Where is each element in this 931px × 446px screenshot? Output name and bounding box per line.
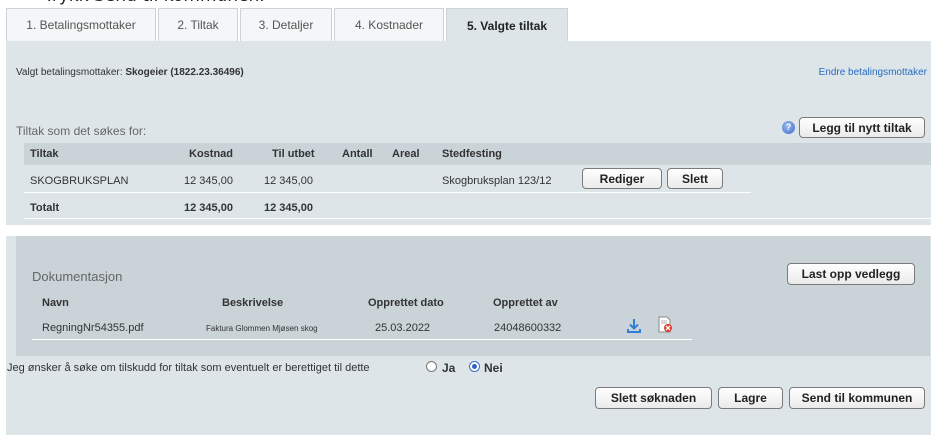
cell-til-utbet: 12 345,00: [264, 175, 313, 187]
delete-file-icon[interactable]: [657, 316, 673, 333]
edit-measure-button[interactable]: Rediger: [582, 168, 662, 189]
selected-recipient-name: Skogeier (1822.23.36496): [125, 67, 244, 78]
col-stedfesting: Stedfesting: [442, 148, 502, 160]
doc-col-opprettet-dato: Opprettet dato: [368, 297, 444, 309]
radio-ja[interactable]: [426, 361, 437, 372]
save-button[interactable]: Lagre: [718, 387, 783, 409]
doc-cell-opprettet-dato: 25.03.2022: [375, 322, 431, 334]
tab-betalingsmottaker[interactable]: 1. Betalingsmottaker: [6, 8, 156, 41]
total-divider: [24, 218, 931, 219]
doc-col-navn: Navn: [42, 297, 69, 309]
total-label: Totalt: [30, 202, 60, 214]
col-areal: Areal: [392, 148, 420, 160]
total-kostnad: 12 345,00: [184, 202, 233, 214]
col-til-utbet: Til utbet: [272, 148, 315, 160]
radio-nei[interactable]: [469, 361, 480, 372]
doc-row-divider: [32, 339, 692, 340]
total-row: Totalt 12 345,00 12 345,00: [24, 197, 931, 219]
delete-application-button[interactable]: Slett søknaden: [595, 387, 712, 409]
tab-kostnader[interactable]: 4. Kostnader: [334, 8, 444, 41]
measures-section-title: Tiltak som det søkes for:: [16, 124, 147, 138]
tab-tiltak[interactable]: 2. Tiltak: [158, 8, 238, 41]
delete-measure-button[interactable]: Slett: [667, 168, 723, 189]
selected-recipient: Valgt betalingsmottaker: Skogeier (1822.…: [16, 67, 244, 78]
cell-kostnad: 12 345,00: [184, 175, 233, 187]
doc-col-opprettet-av: Opprettet av: [493, 297, 558, 309]
download-icon[interactable]: [626, 318, 642, 334]
wizard-tabs: 1. Betalingsmottaker 2. Tiltak 3. Detalj…: [6, 8, 570, 42]
col-tiltak: Tiltak: [30, 148, 59, 160]
col-kostnad: Kostnad: [189, 148, 233, 160]
col-antall: Antall: [342, 148, 373, 160]
tab-detaljer[interactable]: 3. Detaljer: [240, 8, 332, 41]
main-panel: Valgt betalingsmottaker: Skogeier (1822.…: [6, 41, 931, 435]
selected-recipient-label: Valgt betalingsmottaker:: [16, 67, 123, 78]
help-icon[interactable]: ?: [782, 121, 795, 134]
row-divider: [24, 192, 751, 193]
upload-attachment-button[interactable]: Last opp vedlegg: [787, 263, 915, 285]
clipped-instruction-heading: Trykk Send til kommunen.: [0, 0, 931, 8]
section-gap: [6, 225, 931, 236]
radio-nei-label[interactable]: Nei: [484, 361, 503, 375]
doc-col-beskrivelse: Beskrivelse: [222, 297, 284, 309]
add-measure-button[interactable]: Legg til nytt tiltak: [799, 117, 925, 138]
tab-valgte-tiltak[interactable]: 5. Valgte tiltak: [446, 8, 568, 42]
subsidy-question: Jeg ønsker å søke om tilskudd for tiltak…: [7, 362, 370, 374]
doc-cell-navn: RegningNr54355.pdf: [42, 322, 144, 334]
bottom-whitespace: [0, 435, 931, 446]
doc-cell-beskrivelse: Faktura Glommen Mjøsen skog: [206, 324, 318, 333]
measures-table-header: Tiltak Kostnad Til utbet Antall Areal St…: [24, 143, 931, 165]
radio-ja-label[interactable]: Ja: [442, 361, 455, 375]
change-recipient-link[interactable]: Endre betalingsmottaker: [819, 67, 927, 78]
table-row: SKOGBRUKSPLAN 12 345,00 12 345,00 Skogbr…: [24, 168, 931, 192]
total-til-utbet: 12 345,00: [264, 202, 313, 214]
send-to-municipality-button[interactable]: Send til kommunen: [789, 387, 925, 409]
cell-stedfesting: Skogbruksplan 123/12: [442, 175, 552, 187]
documentation-title: Dokumentasjon: [32, 269, 123, 284]
documentation-box: [16, 236, 930, 356]
doc-cell-opprettet-av: 24048600332: [494, 322, 562, 334]
cell-tiltak: SKOGBRUKSPLAN: [30, 175, 129, 187]
